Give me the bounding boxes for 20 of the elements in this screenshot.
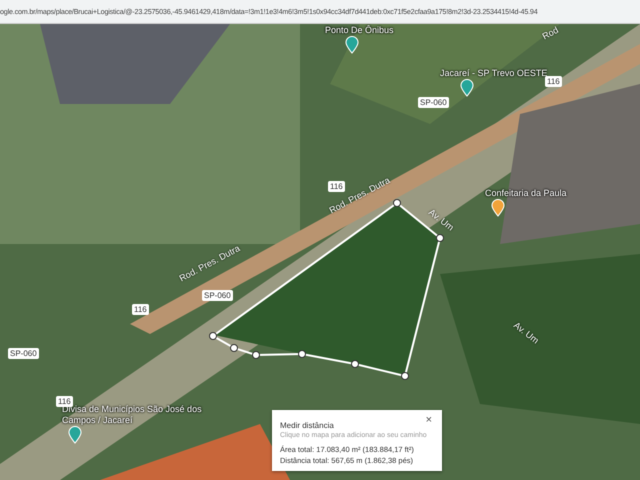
highway-shield: 116	[56, 396, 73, 407]
place-label[interactable]: Confeitaria da Paula	[485, 188, 567, 199]
highway-shield: SP-060	[418, 97, 449, 108]
highway-shield: 116	[545, 76, 562, 87]
map-pin-icon[interactable]	[68, 426, 82, 444]
place-label[interactable]: Ponto De Ônibus	[325, 25, 394, 36]
panel-title: Medir distância	[280, 421, 334, 430]
close-button[interactable]: ×	[424, 415, 434, 426]
road-label: Av. Um	[426, 207, 456, 233]
highway-shield: SP-060	[8, 348, 39, 359]
map-pin-icon[interactable]	[460, 79, 474, 97]
map-pin-icon[interactable]	[345, 36, 359, 54]
highway-shield: SP-060	[202, 290, 233, 301]
road-label: Av. Um	[512, 320, 541, 346]
map-pin-icon[interactable]	[491, 199, 505, 217]
highway-shield: 116	[132, 304, 149, 315]
road-label: Rod. Pres. Dutra	[178, 243, 242, 284]
road-label: Rod	[540, 24, 560, 42]
place-label[interactable]: Jacareí - SP Trevo OESTE	[440, 68, 548, 79]
highway-shield: 116	[328, 181, 345, 192]
